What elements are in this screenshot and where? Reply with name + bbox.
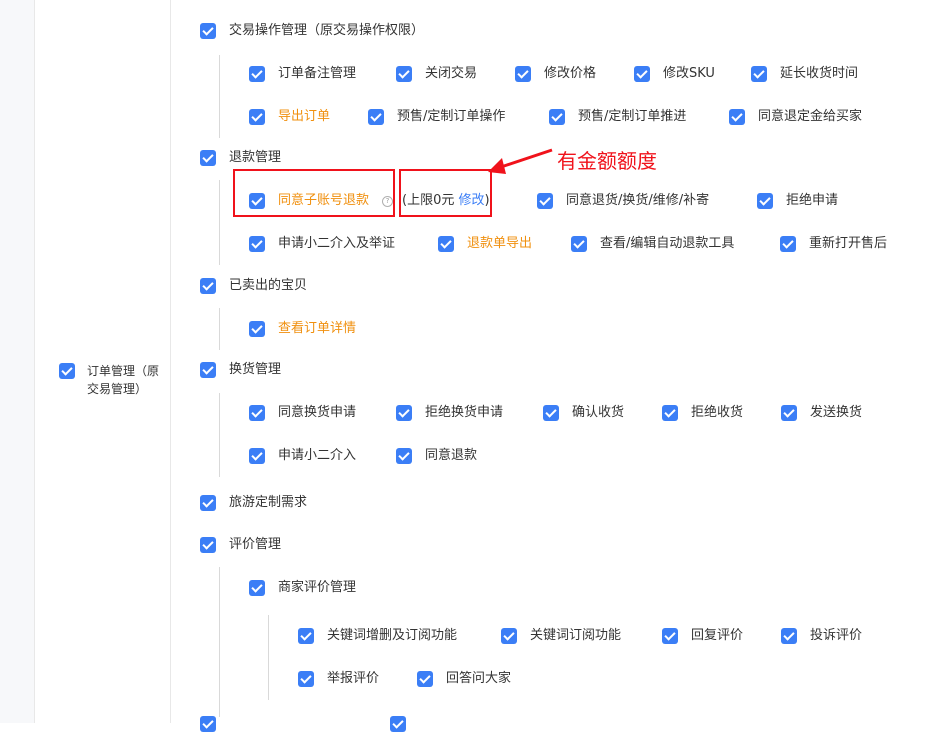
trade-item-checkbox[interactable]	[751, 66, 767, 82]
review-item-checkbox[interactable]	[781, 628, 797, 644]
review-item-checkbox[interactable]	[417, 671, 433, 687]
trade-item-label: 订单备注管理	[278, 66, 357, 81]
review-item-label: 回复评价	[691, 628, 744, 643]
trade-item-checkbox[interactable]	[249, 66, 265, 82]
order-mgmt-checkbox[interactable]	[59, 363, 75, 379]
exchange-item-checkbox[interactable]	[396, 448, 412, 464]
review-item-label: 投诉评价	[810, 628, 863, 643]
merchant-review-checkbox[interactable]	[249, 580, 265, 596]
travel-title: 旅游定制需求	[229, 495, 308, 510]
annotation-arrow-icon	[488, 148, 553, 174]
next-item-checkbox[interactable]	[390, 716, 406, 732]
merchant-review-title: 商家评价管理	[278, 580, 357, 595]
exchange-guide-line	[219, 393, 220, 477]
trade-title: 交易操作管理（原交易操作权限）	[229, 23, 425, 38]
sold-title: 已卖出的宝贝	[229, 278, 308, 293]
annotation-text: 有金额额度	[557, 149, 657, 173]
review-title: 评价管理	[229, 537, 282, 552]
exchange-item-checkbox[interactable]	[249, 448, 265, 464]
review-item-label: 关键词订阅功能	[530, 628, 622, 643]
sold-guide-line	[219, 308, 220, 350]
sold-item-label: 查看订单详情	[278, 321, 357, 336]
trade-checkbox[interactable]	[200, 23, 216, 39]
refund-item-checkbox[interactable]	[780, 236, 796, 252]
review-item-label: 回答问大家	[446, 671, 512, 686]
refund-item-label: 拒绝申请	[786, 193, 839, 208]
refund-item-label: 查看/编辑自动退款工具	[600, 236, 735, 251]
review-item-checkbox[interactable]	[298, 628, 314, 644]
next-section-checkbox[interactable]	[200, 716, 216, 732]
review-item-checkbox[interactable]	[662, 628, 678, 644]
trade-item-checkbox[interactable]	[549, 109, 565, 125]
exchange-item-checkbox[interactable]	[543, 405, 559, 421]
left-strip	[0, 0, 35, 723]
refund-item-label: 退款单导出	[467, 236, 533, 251]
travel-checkbox[interactable]	[200, 495, 216, 511]
exchange-title: 换货管理	[229, 362, 282, 377]
refund-item-label: 申请小二介入及举证	[278, 236, 396, 251]
refund-item-checkbox[interactable]	[537, 193, 553, 209]
trade-item-checkbox[interactable]	[368, 109, 384, 125]
review-item-checkbox[interactable]	[298, 671, 314, 687]
trade-item-label: 关闭交易	[425, 66, 478, 81]
exchange-item-label: 发送换货	[810, 405, 863, 420]
trade-item-checkbox[interactable]	[729, 109, 745, 125]
trade-item-checkbox[interactable]	[515, 66, 531, 82]
refund-item-checkbox[interactable]	[438, 236, 454, 252]
refund-item-checkbox[interactable]	[757, 193, 773, 209]
exchange-item-label: 确认收货	[572, 405, 625, 420]
trade-guide-line	[219, 55, 220, 138]
trade-item-label: 修改SKU	[663, 66, 715, 81]
trade-item-checkbox[interactable]	[396, 66, 412, 82]
trade-item-label: 导出订单	[278, 109, 331, 124]
exchange-item-label: 申请小二介入	[278, 448, 357, 463]
trade-item-checkbox[interactable]	[634, 66, 650, 82]
refund-guide-line	[219, 180, 220, 265]
review-guide-line	[219, 567, 220, 717]
refund-checkbox[interactable]	[200, 150, 216, 166]
trade-item-label: 延长收货时间	[780, 66, 859, 81]
exchange-item-checkbox[interactable]	[662, 405, 678, 421]
exchange-checkbox[interactable]	[200, 362, 216, 378]
trade-item-label: 修改价格	[544, 66, 597, 81]
refund-title: 退款管理	[229, 150, 282, 165]
refund-item-label: 重新打开售后	[809, 236, 888, 251]
refund-item-checkbox[interactable]	[249, 236, 265, 252]
refund-item-checkbox[interactable]	[571, 236, 587, 252]
review-sub-guide-line	[268, 615, 269, 700]
review-checkbox[interactable]	[200, 537, 216, 553]
highlight-box-limit	[399, 169, 492, 217]
review-item-checkbox[interactable]	[501, 628, 517, 644]
exchange-item-checkbox[interactable]	[396, 405, 412, 421]
trade-item-label: 同意退定金给买家	[758, 109, 863, 124]
trade-item-label: 预售/定制订单操作	[397, 109, 506, 124]
review-item-label: 关键词增删及订阅功能	[327, 628, 458, 643]
exchange-item-label: 拒绝换货申请	[425, 405, 504, 420]
order-mgmt-label: 订单管理（原交易管理）	[87, 364, 160, 396]
exchange-item-label: 同意退款	[425, 448, 478, 463]
exchange-item-label: 拒绝收货	[691, 405, 744, 420]
trade-item-checkbox[interactable]	[249, 109, 265, 125]
review-item-label: 举报评价	[327, 671, 380, 686]
exchange-item-label: 同意换货申请	[278, 405, 357, 420]
refund-item-label: 同意退货/换货/维修/补寄	[566, 193, 710, 208]
sold-checkbox[interactable]	[200, 278, 216, 294]
sold-item-checkbox[interactable]	[249, 321, 265, 337]
highlight-box-refund	[233, 169, 395, 217]
exchange-item-checkbox[interactable]	[781, 405, 797, 421]
trade-item-label: 预售/定制订单推进	[578, 109, 687, 124]
exchange-item-checkbox[interactable]	[249, 405, 265, 421]
